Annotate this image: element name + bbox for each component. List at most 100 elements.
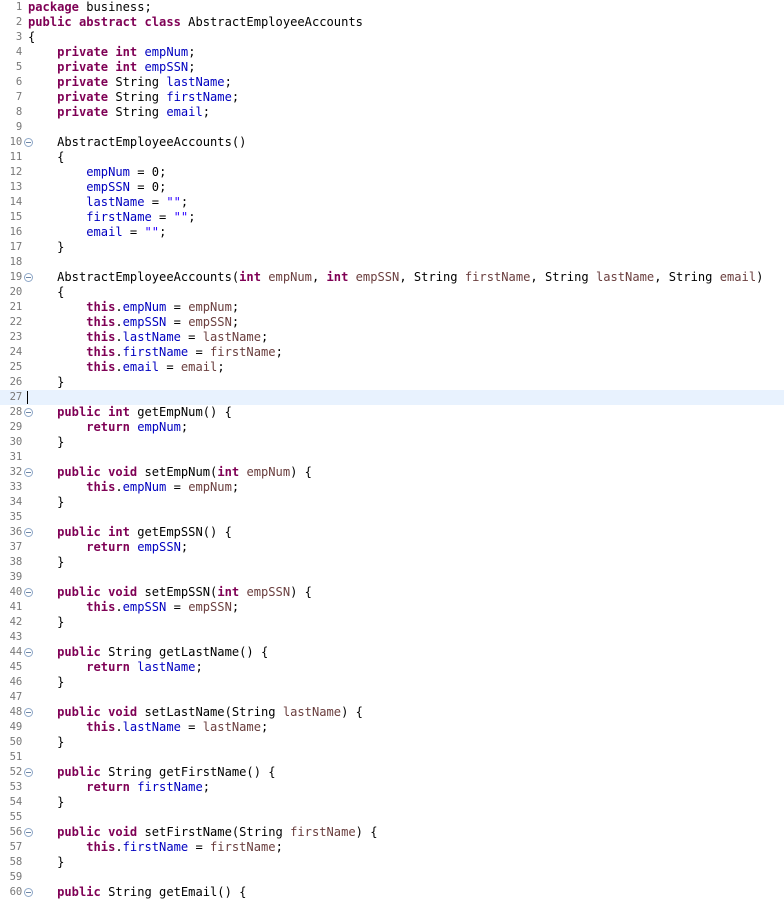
code-line[interactable]: 49 this.lastName = lastName; [0, 720, 784, 735]
line-number: 10 [9, 136, 23, 148]
token-kw: this [86, 720, 116, 734]
token-str: "" [173, 210, 189, 224]
token-par: empNum [188, 300, 232, 314]
line-number: 34 [9, 496, 23, 508]
token-pln [28, 540, 86, 554]
code-line[interactable]: 35 [0, 510, 784, 525]
code-line[interactable]: 39 [0, 570, 784, 585]
code-line[interactable]: 41 this.empSSN = empSSN; [0, 600, 784, 615]
token-pln: ) [756, 270, 764, 284]
code-line[interactable]: 15 firstName = ""; [0, 210, 784, 225]
code-line[interactable]: 5 private int empSSN; [0, 60, 784, 75]
code-line[interactable]: 54 } [0, 795, 784, 810]
code-line[interactable]: 43 [0, 630, 784, 645]
code-line[interactable]: 55 [0, 810, 784, 825]
code-line[interactable]: 14 lastName = ""; [0, 195, 784, 210]
code-line[interactable]: 7 private String firstName; [0, 90, 784, 105]
code-line[interactable]: 38 } [0, 555, 784, 570]
code-line[interactable]: 27 [0, 390, 784, 405]
code-text: } [28, 675, 784, 690]
code-line[interactable]: 42 } [0, 615, 784, 630]
token-kw: public [57, 885, 101, 899]
token-pln: business; [78, 0, 152, 14]
code-text: this.empSSN = empSSN; [28, 600, 784, 615]
code-line[interactable]: 50 } [0, 735, 784, 750]
code-line[interactable]: 12 empNum = 0; [0, 165, 784, 180]
token-par: lastName [595, 270, 655, 284]
code-line[interactable]: 44 public String getLastName() { [0, 645, 784, 660]
token-par: lastName [202, 330, 261, 344]
code-text: } [28, 375, 784, 390]
code-line[interactable]: 18 [0, 255, 784, 270]
code-text: private String lastName; [28, 75, 784, 90]
code-line[interactable]: 6 private String lastName; [0, 75, 784, 90]
token-pln: = [166, 480, 189, 494]
code-line[interactable]: 23 this.lastName = lastName; [0, 330, 784, 345]
token-kw: private [57, 90, 109, 104]
code-line[interactable]: 30 } [0, 435, 784, 450]
code-line[interactable]: 53 return firstName; [0, 780, 784, 795]
token-pln: ; [217, 360, 225, 374]
token-fld: empNum [137, 420, 181, 434]
code-line[interactable]: 40 public void setEmpSSN(int empSSN) { [0, 585, 784, 600]
code-line[interactable]: 57 this.firstName = firstName; [0, 840, 784, 855]
token-pln: String getEmail() { [100, 885, 247, 899]
token-pln [28, 480, 86, 494]
code-line[interactable]: 2 public abstract class AbstractEmployeeA… [0, 15, 784, 30]
line-number: 27 [9, 391, 23, 403]
code-line[interactable]: 16 email = ""; [0, 225, 784, 240]
code-line[interactable]: 51 [0, 750, 784, 765]
code-line[interactable]: 45 return lastName; [0, 660, 784, 675]
token-kw: this [86, 345, 116, 359]
code-line[interactable]: 33 this.empNum = empNum; [0, 480, 784, 495]
line-number: 45 [9, 661, 23, 673]
code-line[interactable]: 32 public void setEmpNum(int empNum) { [0, 465, 784, 480]
code-line[interactable]: 3{ [0, 30, 784, 45]
code-line[interactable]: 46 } [0, 675, 784, 690]
code-line[interactable]: 22 this.empSSN = empSSN; [0, 315, 784, 330]
code-line[interactable]: 9 [0, 120, 784, 135]
code-line[interactable]: 25 this.email = email; [0, 360, 784, 375]
code-line[interactable]: 36 public int getEmpSSN() { [0, 525, 784, 540]
code-line[interactable]: 31 [0, 450, 784, 465]
code-line[interactable]: 48 public void setLastName(String lastNa… [0, 705, 784, 720]
token-pln [28, 105, 57, 119]
token-pln: ; [275, 840, 283, 854]
code-line[interactable]: 20 { [0, 285, 784, 300]
code-line[interactable]: 59 [0, 870, 784, 885]
code-text: { [28, 30, 784, 45]
code-line[interactable]: 26 } [0, 375, 784, 390]
code-line[interactable]: 8 private String email; [0, 105, 784, 120]
code-line[interactable]: 28 public int getEmpNum() { [0, 405, 784, 420]
line-number: 29 [9, 421, 23, 433]
code-line[interactable]: 13 empSSN = 0; [0, 180, 784, 195]
code-line[interactable]: 10 AbstractEmployeeAccounts() [0, 135, 784, 150]
token-par: firstName [290, 825, 356, 839]
token-kw: this [86, 600, 116, 614]
code-line[interactable]: 4 private int empNum; [0, 45, 784, 60]
code-line[interactable]: 21 this.empNum = empNum; [0, 300, 784, 315]
code-line[interactable]: 47 [0, 690, 784, 705]
code-line[interactable]: 37 return empSSN; [0, 540, 784, 555]
token-kw: public void [57, 465, 138, 479]
code-line[interactable]: 17 } [0, 240, 784, 255]
line-number: 59 [9, 871, 23, 883]
line-number: 38 [9, 556, 23, 568]
code-line[interactable]: 11 { [0, 150, 784, 165]
code-line[interactable]: 34 } [0, 495, 784, 510]
token-fld: lastName [137, 660, 196, 674]
java-source-editor[interactable]: 1 package business; 2 public abstract class… [0, 0, 784, 905]
code-line[interactable]: 52 public String getFirstName() { [0, 765, 784, 780]
code-line[interactable]: 56 public void setFirstName(String first… [0, 825, 784, 840]
line-number: 48 [9, 706, 23, 718]
line-number: 17 [9, 241, 23, 253]
code-line[interactable]: 29 return empNum; [0, 420, 784, 435]
code-line[interactable]: 1 package business; [0, 0, 784, 15]
code-line[interactable]: 58 } [0, 855, 784, 870]
token-kw: this [86, 480, 116, 494]
token-kw: package [28, 0, 79, 14]
code-line[interactable]: 24 this.firstName = firstName; [0, 345, 784, 360]
code-line[interactable]: 19 AbstractEmployeeAccounts(int empNum, … [0, 270, 784, 285]
line-number: 46 [9, 676, 23, 688]
code-line[interactable]: 60 public String getEmail() { [0, 885, 784, 900]
